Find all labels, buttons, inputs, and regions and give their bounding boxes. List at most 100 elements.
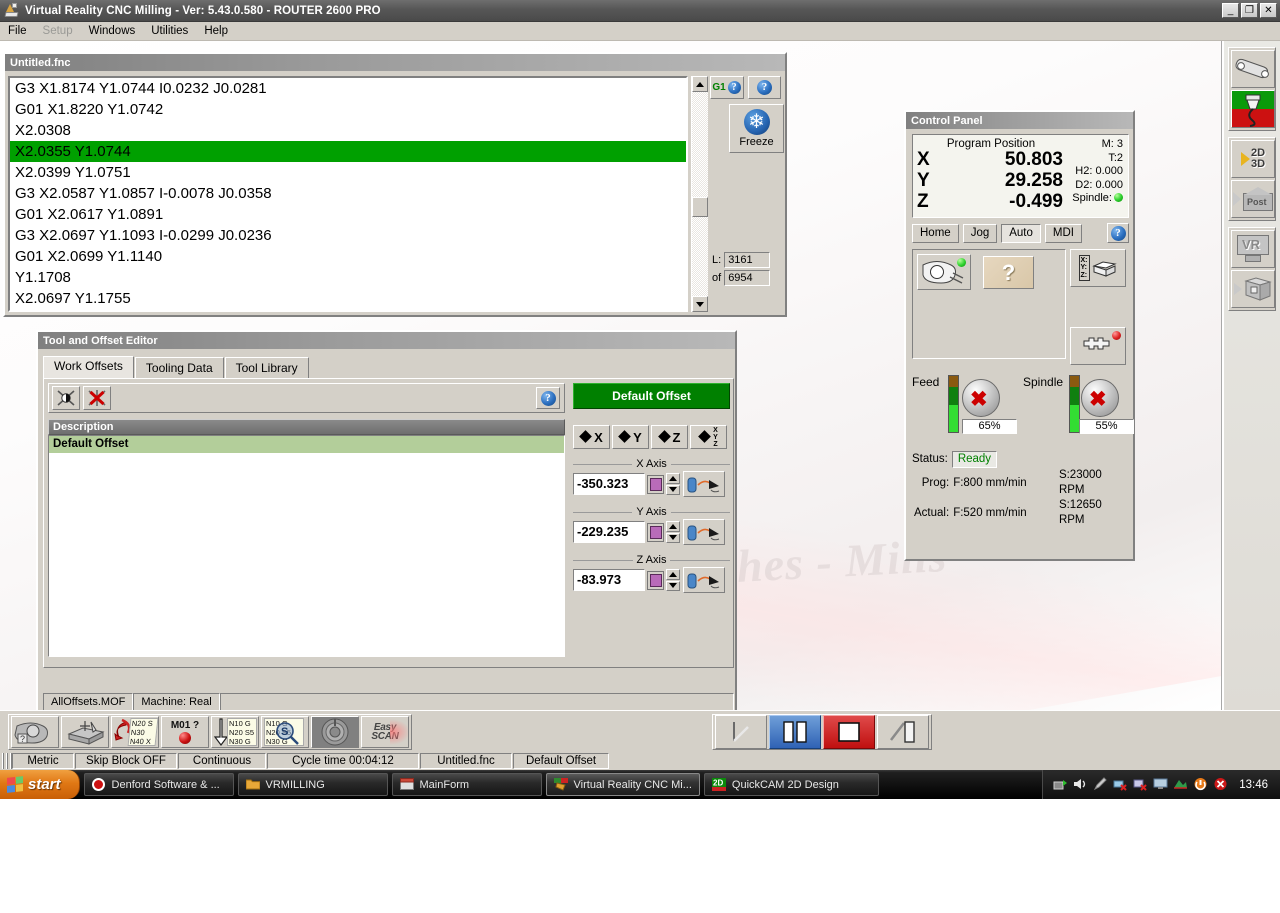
y-spinner[interactable] [666, 521, 680, 543]
gcode-listing[interactable]: G3 X1.8174 Y1.0744 I0.0232 J0.0281 G01 X… [8, 76, 688, 312]
x-teach-button[interactable] [683, 471, 725, 497]
x-calculator-button[interactable] [647, 474, 664, 494]
freeze-button[interactable]: ❄ Freeze [729, 104, 784, 153]
x-spin-up[interactable] [666, 473, 680, 484]
taskbar-item-quickcam[interactable]: 2D QuickCAM 2D Design [703, 773, 879, 796]
antivirus-icon[interactable] [1213, 777, 1228, 792]
scroll-track[interactable] [692, 92, 708, 296]
cam-button[interactable] [1231, 90, 1275, 128]
taskbar-item-mainform[interactable]: MainForm [391, 773, 542, 796]
menu-item-file[interactable]: File [0, 23, 35, 39]
add-offset-button[interactable] [52, 386, 80, 410]
network-disconnected-icon[interactable] [1113, 777, 1128, 792]
safely-remove-icon[interactable] [1053, 777, 1068, 792]
scroll-down-button[interactable] [692, 296, 708, 312]
single-step-button[interactable] [715, 715, 767, 749]
z-calculator-button[interactable] [647, 570, 664, 590]
gcode-line[interactable]: G01 X2.0699 Y1.1140 [10, 246, 686, 267]
mode-button-jog[interactable]: Jog [962, 223, 998, 243]
spanner-button[interactable] [1231, 50, 1275, 88]
block-search-find-button[interactable]: N10 G N20 S5 N30 G S [261, 716, 309, 748]
mode-button-auto[interactable]: Auto [1001, 223, 1041, 243]
gcode-line[interactable]: G01 X2.0617 Y1.0891 [10, 204, 686, 225]
emergency-stop-button[interactable] [311, 716, 359, 748]
set-xyz-button[interactable]: XYZ [690, 425, 727, 449]
tab-tooling-data[interactable]: Tooling Data [134, 357, 224, 379]
view-3d-button[interactable] [1231, 270, 1275, 308]
gcode-line[interactable]: G3 X2.0587 Y1.0857 I-0.0078 J0.0358 [10, 183, 686, 204]
gcode-line[interactable]: X2.0697 Y1.1755 [10, 288, 686, 309]
tool-query-button[interactable]: ? [11, 716, 59, 748]
taskbar-clock[interactable]: 13:46 [1239, 779, 1268, 791]
menu-item-help[interactable]: Help [196, 23, 236, 39]
goto-block-button[interactable]: G1 ? [710, 76, 744, 99]
easy-scan-button[interactable]: Easy SCAN [361, 716, 409, 748]
offsets-help-button[interactable]: ? [536, 387, 560, 409]
y-offset-input[interactable]: -229.235 [573, 521, 645, 543]
y-teach-button[interactable] [683, 519, 725, 545]
maximize-button[interactable]: ❐ [1241, 3, 1258, 18]
optional-stop-button[interactable]: M01 ? [161, 716, 209, 748]
restart-block-button[interactable]: N20 S N30 N40 X [111, 716, 159, 748]
query-graphic-button[interactable]: ? [983, 256, 1034, 289]
x-offset-input[interactable]: -350.323 [573, 473, 645, 495]
gcode-line[interactable]: X2.0399 Y1.0751 [10, 162, 686, 183]
x-spin-down[interactable] [666, 484, 680, 495]
mode-button-home[interactable]: Home [912, 223, 959, 243]
set-x-button[interactable]: X [573, 425, 610, 449]
post-button[interactable]: Post [1231, 180, 1275, 218]
gcode-line-active[interactable]: X2.0355 Y1.0744 [10, 141, 686, 162]
y-spin-up[interactable] [666, 521, 680, 532]
minimize-button[interactable]: _ [1222, 3, 1239, 18]
control-panel-help-button[interactable]: ? [1107, 223, 1129, 243]
feed-override-bar[interactable] [948, 375, 959, 433]
pen-icon[interactable] [1093, 777, 1108, 792]
datum-profile-button[interactable] [1070, 327, 1126, 365]
display-icon[interactable] [1153, 777, 1168, 792]
x-spinner[interactable] [666, 473, 680, 495]
gcode-line[interactable]: G01 X1.8220 Y1.0742 [10, 99, 686, 120]
delete-offset-button[interactable] [83, 386, 111, 410]
list-item[interactable]: Default Offset [49, 436, 564, 453]
z-spin-up[interactable] [666, 569, 680, 580]
menu-item-windows[interactable]: Windows [81, 23, 144, 39]
taskbar-item-vrcnc[interactable]: Virtual Reality CNC Mi... [545, 773, 700, 796]
update-icon[interactable] [1193, 777, 1208, 792]
taskbar-item-denford[interactable]: Denford Software & ... [83, 773, 234, 796]
scroll-up-button[interactable] [692, 76, 708, 92]
scroll-thumb[interactable] [692, 197, 708, 217]
mode-button-mdi[interactable]: MDI [1044, 223, 1082, 243]
gcode-line[interactable]: X2.0308 [10, 120, 686, 141]
feed-hold-button[interactable] [769, 715, 821, 749]
z-spin-down[interactable] [666, 580, 680, 591]
graphics-icon[interactable] [1173, 777, 1188, 792]
tool-path-button[interactable] [917, 254, 971, 290]
taskbar-item-vrmilling[interactable]: VRMILLING [237, 773, 388, 796]
set-y-button[interactable]: Y [612, 425, 649, 449]
stock-setup-button[interactable] [61, 716, 109, 748]
block-search-down-button[interactable]: N10 G N20 S5 N30 G [211, 716, 259, 748]
vr-button[interactable]: VR [1231, 230, 1275, 268]
volume-icon[interactable] [1073, 777, 1088, 792]
gcode-scrollbar[interactable] [691, 76, 708, 312]
gcode-line[interactable]: Y1.1708 [10, 267, 686, 288]
network-error-icon[interactable] [1133, 777, 1148, 792]
twod-threed-button[interactable]: 2D 3D [1231, 140, 1275, 178]
editor-help-button[interactable]: ? [748, 76, 781, 99]
y-spin-down[interactable] [666, 532, 680, 543]
gcode-line[interactable]: G3 X2.0697 Y1.1093 I-0.0299 J0.0236 [10, 225, 686, 246]
y-calculator-button[interactable] [647, 522, 664, 542]
coordinates-button[interactable]: X: Y: Z: [1070, 249, 1126, 287]
z-spinner[interactable] [666, 569, 680, 591]
tab-work-offsets[interactable]: Work Offsets [43, 356, 134, 378]
menu-item-setup[interactable]: Setup [35, 23, 81, 39]
z-teach-button[interactable] [683, 567, 725, 593]
set-z-button[interactable]: Z [651, 425, 688, 449]
menu-item-utilities[interactable]: Utilities [143, 23, 196, 39]
cycle-stop-button[interactable] [823, 715, 875, 749]
cycle-start-button[interactable] [877, 715, 929, 749]
close-button[interactable]: ✕ [1260, 3, 1277, 18]
tab-tool-library[interactable]: Tool Library [224, 357, 309, 379]
offsets-list[interactable]: Default Offset [48, 435, 565, 657]
start-button[interactable]: start [0, 770, 80, 799]
